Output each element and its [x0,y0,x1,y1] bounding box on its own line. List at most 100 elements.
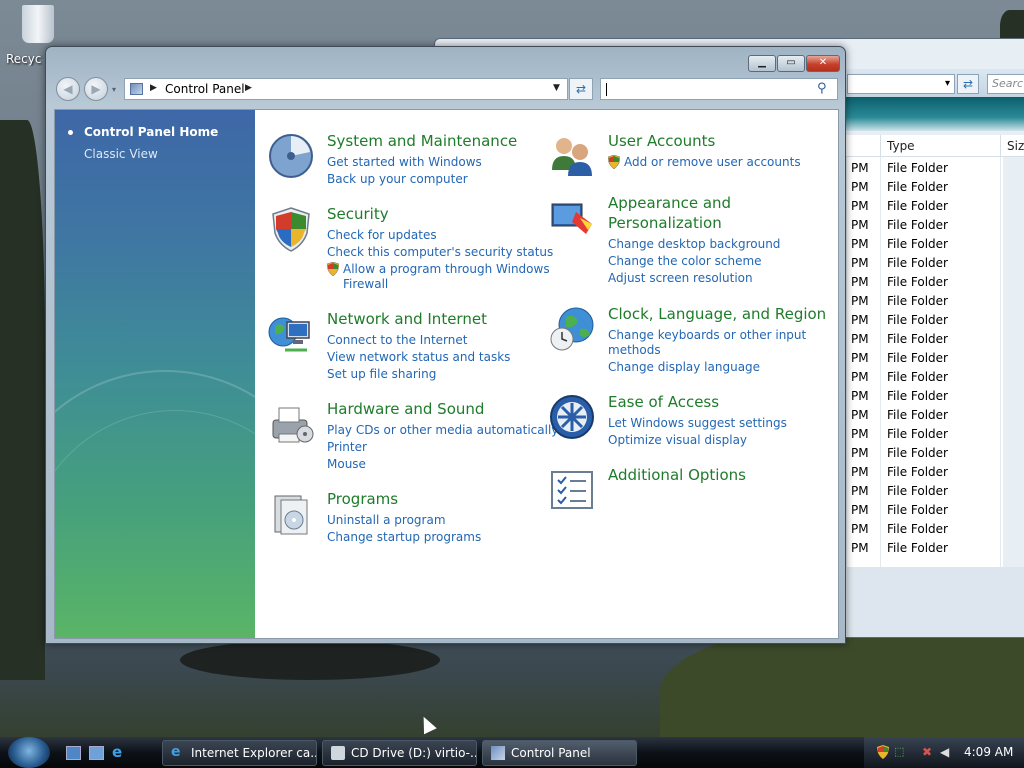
file-row[interactable]: PM File Folder [847,292,1003,311]
taskbar-button-internet-explorer[interactable]: e Internet Explorer ca... [162,740,317,766]
address-dropdown-icon[interactable]: ▼ [553,83,560,93]
file-row[interactable]: PM File Folder [847,425,1003,444]
task-link[interactable]: Change display language [608,360,760,374]
maximize-button[interactable]: ▭ [777,55,805,72]
close-button[interactable]: ✕ [806,55,840,72]
column-header-size[interactable]: Size [1007,139,1024,153]
shield-icon[interactable] [267,205,315,253]
task-link[interactable]: Set up file sharing [327,367,436,381]
appearance-icon[interactable] [548,194,596,242]
network-status-icon[interactable]: ⬚ [894,745,908,759]
file-row[interactable]: PM File Folder [847,330,1003,349]
task-link[interactable]: Firewall [343,277,388,291]
task-link[interactable]: Mouse [327,457,366,471]
category-title[interactable]: Additional Options [608,466,746,484]
background-address-dropdown[interactable]: ▾ [847,74,955,94]
file-row[interactable]: PM File Folder [847,444,1003,463]
task-link[interactable]: Printer [327,440,367,454]
printer-icon[interactable] [267,400,315,448]
category-title[interactable]: System and Maintenance [327,132,517,150]
column-separator[interactable] [880,135,881,157]
file-row[interactable]: PM File Folder [847,273,1003,292]
clock[interactable]: 4:09 AM [964,745,1013,759]
task-link[interactable]: Change desktop background [608,237,780,251]
control-panel-home-link[interactable]: Control Panel Home [84,125,218,139]
file-row[interactable]: PM File Folder [847,501,1003,520]
search-input[interactable]: ⚲ [600,78,838,100]
minimize-button[interactable]: ▁ [748,55,776,72]
category-title[interactable]: Hardware and Sound [327,400,484,418]
ease-of-access-icon[interactable] [548,393,596,441]
file-row[interactable]: PM File Folder [847,520,1003,539]
recent-pages-dropdown[interactable]: ▾ [112,85,116,94]
taskbar-button-control-panel[interactable]: Control Panel [482,740,637,766]
network-globe-icon[interactable] [267,310,315,358]
column-header-type[interactable]: Type [887,139,915,153]
task-link[interactable]: Add or remove user accounts [624,155,801,169]
task-link[interactable]: Let Windows suggest settings [608,416,787,430]
task-link[interactable]: Optimize visual display [608,433,747,447]
column-separator[interactable] [1000,135,1001,157]
address-bar[interactable]: ▶ Control Panel ▶ ▼ [124,78,568,100]
breadcrumb-arrow-icon[interactable]: ▶ [150,83,157,93]
file-row[interactable]: PM File Folder [847,539,1003,558]
file-row[interactable]: PM File Folder [847,178,1003,197]
refresh-button[interactable]: ⇄ [569,78,593,100]
task-link[interactable]: View network status and tasks [327,350,510,364]
task-link[interactable]: Uninstall a program [327,513,446,527]
classic-view-link[interactable]: Classic View [84,147,158,161]
task-link[interactable]: Back up your computer [327,172,468,186]
checklist-icon[interactable] [548,466,596,514]
category-title[interactable]: Personalization [608,214,722,232]
file-row[interactable]: PM File Folder [847,311,1003,330]
start-button[interactable] [8,737,50,768]
task-link[interactable]: Check this computer's security status [327,245,553,259]
show-desktop-icon[interactable] [66,746,81,760]
switch-windows-icon[interactable] [89,746,104,760]
file-row[interactable]: PM File Folder [847,482,1003,501]
forward-button[interactable]: ▶ [84,77,108,101]
category-title[interactable]: Programs [327,490,398,508]
category-title[interactable]: Network and Internet [327,310,487,328]
category-title[interactable]: Appearance and [608,194,731,212]
security-shield-icon[interactable] [876,745,890,759]
search-icon[interactable]: ⚲ [817,81,827,96]
system-maintenance-icon[interactable] [267,132,315,180]
file-row[interactable]: PM File Folder [847,406,1003,425]
internet-explorer-icon[interactable]: e [112,745,127,760]
task-link[interactable]: Change startup programs [327,530,481,544]
category-title[interactable]: Clock, Language, and Region [608,305,826,323]
control-panel-window[interactable]: ▁ ▭ ✕ ◀ ▶ ▾ ▶ Control Panel ▶ ▼ ⇄ ⚲ Cont… [45,46,846,644]
task-link[interactable]: Play CDs or other media automatically [327,423,558,437]
task-link[interactable]: Check for updates [327,228,437,242]
task-link[interactable]: Change the color scheme [608,254,762,268]
clock-globe-icon[interactable] [548,305,596,353]
user-accounts-icon[interactable] [548,132,596,180]
task-link[interactable]: methods [608,343,661,357]
file-row[interactable]: PM File Folder [847,159,1003,178]
file-row[interactable]: PM File Folder [847,349,1003,368]
taskbar-button-cd-drive[interactable]: CD Drive (D:) virtio-... [322,740,477,766]
breadcrumb-arrow-icon[interactable]: ▶ [245,83,252,93]
programs-box-icon[interactable] [267,490,315,538]
file-row[interactable]: PM File Folder [847,368,1003,387]
task-link[interactable]: Allow a program through Windows [343,262,550,276]
file-row[interactable]: PM File Folder [847,235,1003,254]
file-row[interactable]: PM File Folder [847,216,1003,235]
volume-muted-icon[interactable]: ◀ [940,745,954,759]
task-link[interactable]: Get started with Windows [327,155,482,169]
category-title[interactable]: User Accounts [608,132,715,150]
breadcrumb-control-panel[interactable]: Control Panel [165,82,245,96]
file-row[interactable]: PM File Folder [847,463,1003,482]
back-button[interactable]: ◀ [56,77,80,101]
task-link[interactable]: Connect to the Internet [327,333,467,347]
task-link[interactable]: Change keyboards or other input [608,328,806,342]
network-disconnected-icon[interactable]: ✖ [922,745,936,759]
category-title[interactable]: Security [327,205,389,223]
task-link[interactable]: Adjust screen resolution [608,271,753,285]
file-row[interactable]: PM File Folder [847,254,1003,273]
background-search-input[interactable]: Searc [987,74,1024,94]
recycle-bin-icon[interactable] [18,4,58,48]
file-row[interactable]: PM File Folder [847,387,1003,406]
file-row[interactable]: PM File Folder [847,197,1003,216]
